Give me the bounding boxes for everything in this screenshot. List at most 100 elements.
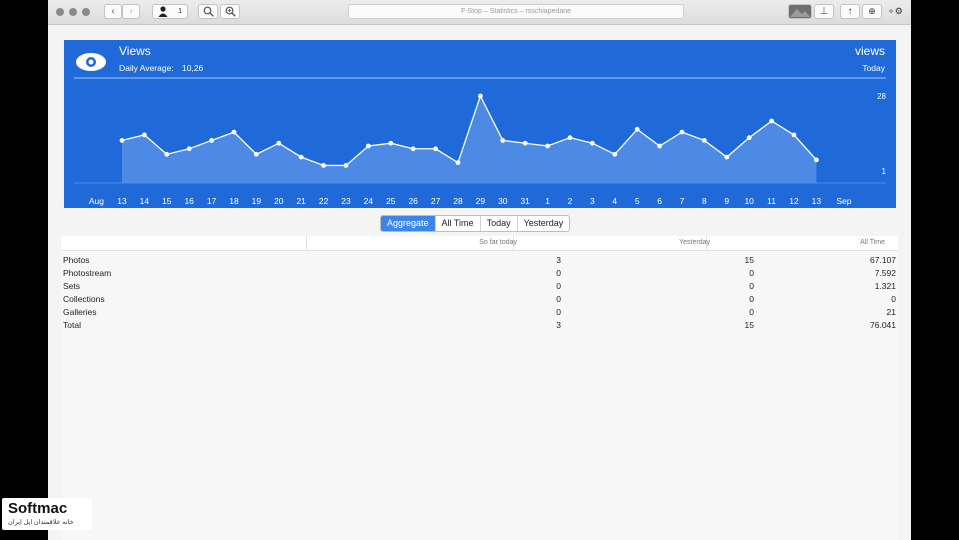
data-point <box>567 135 573 141</box>
x-tick-label: 20 <box>274 196 284 206</box>
cell-all-time: 1.321 <box>874 281 896 291</box>
cell-so-far-today: 0 <box>556 281 561 291</box>
column-divider <box>306 236 307 250</box>
row-label: Photos <box>63 255 90 265</box>
data-point <box>657 143 662 149</box>
x-tick-label: 22 <box>319 196 329 206</box>
image-thumbnail-icon <box>790 6 810 17</box>
chevron-left-icon: ‹ <box>111 6 115 17</box>
data-point <box>254 151 259 157</box>
table-row[interactable]: Photos 3 15 67.107 <box>61 254 898 267</box>
x-tick-label: 4 <box>612 196 617 206</box>
row-label: Collections <box>63 294 105 304</box>
tab-today[interactable]: Today <box>479 216 517 231</box>
watermark-tagline: خانه علاقمندان اپل ایران <box>8 519 74 526</box>
data-point <box>209 138 215 143</box>
column-header-so-far-today[interactable]: So far today <box>479 239 517 246</box>
data-point <box>433 146 438 152</box>
zoom-window-button[interactable] <box>82 8 90 16</box>
user-button[interactable]: 1 <box>152 4 188 19</box>
forward-button[interactable]: › <box>122 4 140 19</box>
toggle-icon: ⚬⚙ <box>887 6 903 16</box>
search-icon <box>203 6 214 17</box>
data-point <box>590 140 595 146</box>
x-tick-label: 30 <box>498 196 508 206</box>
table-row[interactable]: Galleries 0 0 21 <box>61 306 898 319</box>
data-point <box>746 135 752 141</box>
x-tick-label: 14 <box>140 196 150 206</box>
tab-yesterday[interactable]: Yesterday <box>516 216 570 231</box>
back-button[interactable]: ‹ <box>104 4 122 19</box>
cell-so-far-today: 0 <box>556 268 561 278</box>
row-label: Photostream <box>63 268 112 278</box>
data-point <box>343 163 349 168</box>
table-row[interactable]: Sets 0 0 1.321 <box>61 280 898 293</box>
close-window-button[interactable] <box>56 8 64 16</box>
person-icon <box>158 6 168 17</box>
x-tick-label: 21 <box>296 196 306 206</box>
data-point <box>634 126 640 132</box>
cell-all-time: 76.041 <box>870 320 896 330</box>
tray-icon: ⊥ <box>819 6 829 17</box>
cell-so-far-today: 0 <box>556 294 561 304</box>
data-point <box>388 140 394 146</box>
data-point <box>612 151 618 157</box>
column-header-yesterday[interactable]: Yesterday <box>679 239 710 246</box>
x-tick-label: 19 <box>252 196 262 206</box>
table-row[interactable]: Total 3 15 76.041 <box>61 319 898 332</box>
table-header: So far today Yesterday All Time <box>61 236 898 251</box>
x-tick-label: 9 <box>724 196 729 206</box>
table-row[interactable]: Collections 0 0 0 <box>61 293 898 306</box>
arrow-up-icon: ↑ <box>847 6 853 17</box>
title-bar: ‹ › 1 F-Stop – Statistics – rsschiapedan… <box>48 0 911 25</box>
tab-aggregate[interactable]: Aggregate <box>381 216 435 231</box>
minimize-window-button[interactable] <box>69 8 77 16</box>
data-point <box>186 146 192 152</box>
data-point <box>164 151 170 157</box>
data-point <box>679 129 685 135</box>
range-tabs: Aggregate All Time Today Yesterday <box>380 215 571 232</box>
data-point <box>410 146 416 152</box>
search-button[interactable] <box>198 4 218 19</box>
data-point <box>500 138 506 143</box>
cell-all-time: 0 <box>891 294 896 304</box>
y-tick-label-max: 28 <box>877 92 886 101</box>
series-area <box>122 96 817 183</box>
map-button[interactable]: ⊥ <box>814 4 834 19</box>
cell-yesterday: 0 <box>749 307 754 317</box>
views-line-chart: Aug 13 14 15 16 17 18 19 20 21 22 23 24 25 26 27 28 29 30 3… <box>74 77 887 206</box>
x-tick-label: 10 <box>744 196 754 206</box>
data-point <box>366 143 371 149</box>
x-tick-label: 16 <box>184 196 194 206</box>
cell-all-time: 67.107 <box>870 255 896 265</box>
data-point <box>321 163 326 168</box>
data-point <box>814 157 819 163</box>
upload-button[interactable]: ↑ <box>840 4 860 19</box>
x-tick-label: 12 <box>789 196 799 206</box>
cell-all-time: 21 <box>886 307 896 317</box>
download-button[interactable]: ⊕ <box>862 4 882 19</box>
x-tick-label: 7 <box>680 196 685 206</box>
advanced-search-button[interactable] <box>220 4 240 19</box>
x-tick-label: 26 <box>408 196 418 206</box>
cell-yesterday: 15 <box>744 320 754 330</box>
x-tick-label: 5 <box>635 196 640 206</box>
row-label: Sets <box>63 281 81 291</box>
thumbnail-button[interactable] <box>788 4 812 19</box>
x-tick-label: 29 <box>476 196 486 206</box>
tab-all-time[interactable]: All Time <box>434 216 480 231</box>
data-point <box>478 93 483 99</box>
x-tick-label: 23 <box>341 196 351 206</box>
window-title: F-Stop – Statistics – rsschiapedane <box>348 4 684 19</box>
app-window: ‹ › 1 F-Stop – Statistics – rsschiapedan… <box>48 0 911 540</box>
data-point <box>791 132 797 138</box>
settings-button[interactable]: ⚬⚙ <box>884 4 906 19</box>
column-header-all-time[interactable]: All Time <box>860 239 885 246</box>
x-tick-label: 31 <box>520 196 530 206</box>
row-label: Galleries <box>63 307 97 317</box>
data-point <box>724 154 730 160</box>
table-row[interactable]: Photostream 0 0 7.592 <box>61 267 898 280</box>
zoom-search-icon <box>225 6 236 17</box>
x-tick-label: 25 <box>386 196 396 206</box>
data-point <box>455 160 461 166</box>
